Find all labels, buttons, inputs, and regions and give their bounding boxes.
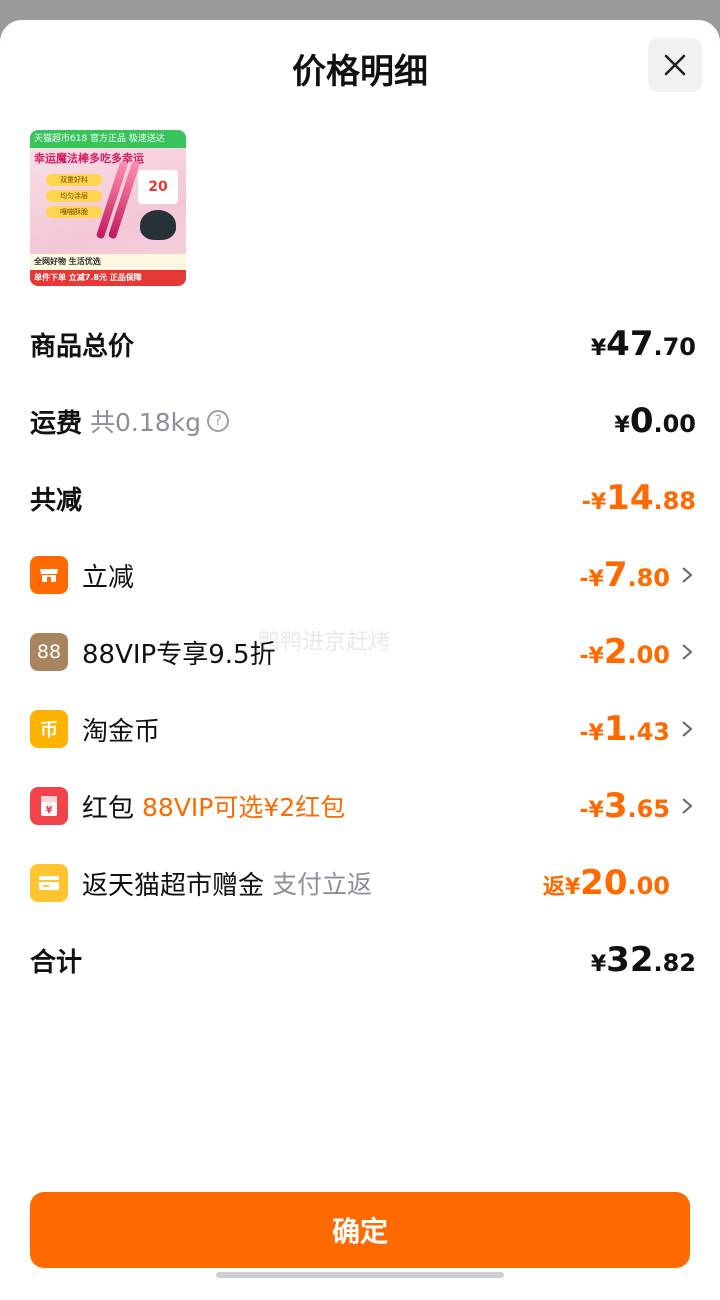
sum-value: ¥32.82 <box>591 940 696 980</box>
row-cashback: 返天猫超市赠金 支付立返 返¥ 20.00 <box>30 861 696 905</box>
discount-total-value: -¥ 14.88 <box>582 478 696 518</box>
thumb-banner: 幸运魔法棒多吃多幸运 <box>34 152 144 165</box>
price-int: 3 <box>603 786 628 826</box>
shipping-weight: 共0.18kg <box>90 408 202 437</box>
price-int: 0 <box>629 401 654 441</box>
row-label: 合计 <box>30 947 83 978</box>
row-label: 商品总价 <box>30 331 135 362</box>
price-dec: .70 <box>653 333 696 361</box>
thumb-chip: 嘎嘣酥脆 <box>46 206 102 218</box>
row-sum: 合计 ¥32.82 <box>30 938 696 982</box>
thumb-bottom-line2: 单件下单 立减7.8元 正品保障 <box>30 270 186 286</box>
help-icon[interactable]: ? <box>207 410 230 432</box>
chevron-right-icon <box>678 720 696 738</box>
watermark: 鸭鸭进京赶烤 <box>258 630 391 655</box>
price-dec: .43 <box>627 718 670 746</box>
currency: -¥ <box>579 798 604 823</box>
row-label: 红包 <box>82 793 135 824</box>
page-title: 价格明细 <box>292 52 428 92</box>
row-red-packet[interactable]: ¥ 红包 88VIP可选¥2红包 -¥ 3.65 <box>30 784 696 828</box>
currency: -¥ <box>579 644 604 669</box>
red-packet-symbol: ¥ <box>46 805 53 816</box>
currency: ¥ <box>590 336 607 361</box>
price-dec: .88 <box>653 487 696 515</box>
price-dec: .00 <box>653 410 696 438</box>
row-label: 立减 <box>82 562 135 593</box>
price-int: 20 <box>580 863 628 903</box>
row-total-price: 商品总价 ¥47.70 <box>30 322 696 366</box>
tmall-cat-graphic <box>140 210 176 240</box>
cashback-value: 返¥ 20.00 <box>543 863 670 903</box>
red-packet-option[interactable]: 88VIP可选¥2红包 <box>142 788 345 824</box>
row-label: 运费 <box>30 408 83 439</box>
currency: -¥ <box>579 721 604 746</box>
thumb-bottom-line1: 全网好物 生活优选 <box>30 254 186 270</box>
row-shipping: 运费 共0.18kg ? ¥0.00 <box>30 399 696 443</box>
ticket-icon <box>30 864 68 902</box>
row-label: 淘金币 <box>82 716 161 747</box>
price-int: 7 <box>603 555 628 595</box>
thumb-chip: 均匀涂层 <box>46 190 102 202</box>
currency: -¥ <box>581 490 607 515</box>
red-packet-icon: ¥ <box>30 787 68 825</box>
price-dec: .65 <box>627 795 670 823</box>
vip-discount-value: -¥ 2.00 <box>579 632 670 672</box>
chevron-right-icon <box>678 566 696 584</box>
chevron-right-icon <box>678 643 696 661</box>
cashback-note: 支付立返 <box>272 870 373 899</box>
close-button[interactable] <box>648 38 702 92</box>
row-label: 共减 <box>30 485 83 516</box>
coin-icon: 币 <box>30 710 68 748</box>
vip-88-icon: 88 <box>30 633 68 671</box>
price-dec: .00 <box>627 872 670 900</box>
currency: ¥ <box>614 413 630 438</box>
price-int: 2 <box>603 632 628 672</box>
instant-discount-value: -¥ 7.80 <box>579 555 670 595</box>
coin-discount-value: -¥ 1.43 <box>579 709 670 749</box>
product-thumbnail[interactable]: 天猫超市618 官方正品 极速送达 幸运魔法棒多吃多幸运 双重好料 均匀涂层 嘎… <box>30 130 186 286</box>
red-packet-value: -¥ 3.65 <box>579 786 670 826</box>
price-int: 47 <box>606 324 654 364</box>
row-label: 返天猫超市赠金 <box>82 870 265 901</box>
price-int: 1 <box>603 709 628 749</box>
row-instant-discount[interactable]: 立减 -¥ 7.80 <box>30 553 696 597</box>
shipping-value: ¥0.00 <box>615 401 697 441</box>
confirm-button[interactable]: 确定 <box>30 1192 690 1268</box>
currency: -¥ <box>579 567 604 592</box>
price-detail-sheet: 价格明细 天猫超市618 官方正品 极速送达 幸运魔法棒多吃多幸运 双重好料 均… <box>0 20 720 1300</box>
price-dec: .80 <box>627 564 670 592</box>
currency: 返¥ <box>542 875 581 900</box>
price-dec: .82 <box>653 949 696 977</box>
store-icon <box>30 556 68 594</box>
row-label: 88VIP专享9.5折 <box>82 639 276 670</box>
price-int: 14 <box>606 478 654 518</box>
thumb-chip: 双重好料 <box>46 174 102 186</box>
price-int: 32 <box>606 940 654 980</box>
row-discount-total: 共减 -¥ 14.88 <box>30 476 696 520</box>
price-dec: .00 <box>627 641 670 669</box>
thumb-coupon-card: 20 <box>138 170 178 204</box>
thumb-top-text: 天猫超市618 官方正品 极速送达 <box>30 130 186 148</box>
row-taojinbi[interactable]: 币 淘金币 -¥ 1.43 <box>30 707 696 751</box>
close-icon <box>664 54 686 76</box>
home-indicator <box>216 1272 504 1278</box>
total-price-value: ¥47.70 <box>591 324 696 364</box>
currency: ¥ <box>590 952 607 977</box>
chevron-right-icon <box>678 797 696 815</box>
